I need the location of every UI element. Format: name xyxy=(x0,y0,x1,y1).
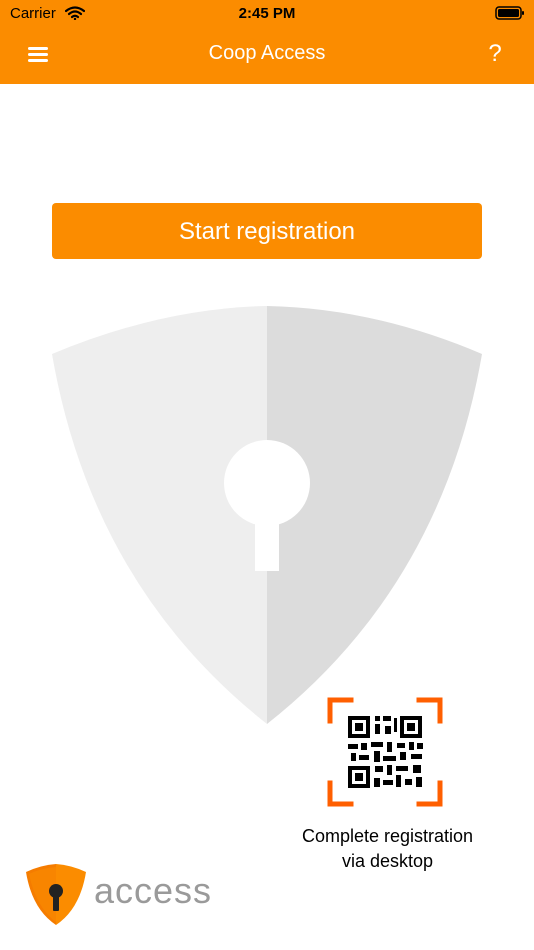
access-shield-logo xyxy=(26,864,86,925)
shield-keyhole-icon xyxy=(52,306,482,724)
help-button[interactable]: ? xyxy=(484,40,506,68)
desktop-registration-label-line-1: Complete registration xyxy=(301,826,474,846)
page-title: Coop Access xyxy=(208,42,326,64)
battery-icon xyxy=(495,6,524,20)
navigation-bar: Coop Access ? xyxy=(0,28,534,84)
start-registration-button[interactable]: Start registration xyxy=(52,203,482,259)
app-header: Carrier 2:45 PM Coop Access ? xyxy=(0,0,534,84)
desktop-registration-label-line-2: via desktop xyxy=(341,851,434,871)
qr-code-icon xyxy=(327,697,443,807)
desktop-registration-label: Complete registration via desktop xyxy=(275,824,500,874)
brand-logo-text: access xyxy=(94,870,213,911)
clock-label: 2:45 PM xyxy=(238,5,296,22)
complete-registration-via-desktop[interactable]: Complete registration via desktop xyxy=(275,692,500,874)
status-bar: Carrier 2:45 PM xyxy=(0,0,534,28)
